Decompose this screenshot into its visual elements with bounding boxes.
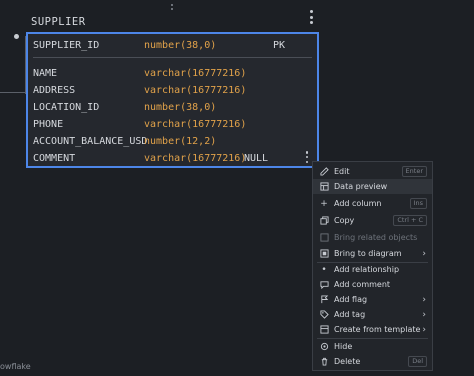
menu-item-label: Add flag <box>334 295 368 304</box>
plus-icon: + <box>320 198 328 209</box>
flag-icon <box>319 295 329 305</box>
column-type: varchar(16777216) <box>144 153 247 164</box>
menu-shortcut: Enter <box>401 166 427 177</box>
menu-item-create-from-template[interactable]: Create from template › <box>313 322 432 337</box>
column-row-primary[interactable]: SUPPLIER_ID number(38,0) PK <box>33 37 313 54</box>
menu-item-bring-to-diagram[interactable]: Bring to diagram › <box>313 246 432 261</box>
menu-shortcut: Del <box>408 356 427 367</box>
relationship-icon: • <box>321 264 327 275</box>
submenu-arrow-icon: › <box>422 294 426 305</box>
submenu-arrow-icon: › <box>422 324 426 335</box>
column-key: PK <box>273 40 286 51</box>
copy-icon <box>319 216 329 226</box>
submenu-arrow-icon: › <box>422 248 426 259</box>
column-type: number(38,0) <box>144 40 217 51</box>
menu-item-label: Delete <box>334 357 361 366</box>
table-row[interactable]: PHONE varchar(16777216) <box>33 116 313 133</box>
table-row[interactable]: LOCATION_ID number(38,0) <box>33 99 313 116</box>
menu-item-add-comment[interactable]: Add comment <box>313 277 432 292</box>
table-options-icon[interactable] <box>306 10 316 24</box>
menu-item-data-preview[interactable]: Data preview <box>313 179 432 194</box>
menu-item-add-column[interactable]: + Add column Ins <box>313 196 432 211</box>
menu-item-label: Edit <box>334 167 350 176</box>
column-name: PHONE <box>33 119 64 130</box>
row-options-icon[interactable] <box>302 151 312 163</box>
column-name: ACCOUNT_BALANCE_USD <box>33 136 148 147</box>
edit-icon <box>319 167 329 177</box>
diagram-canvas[interactable]: SUPPLIER SUPPLIER_ID number(38,0) PK NAM… <box>0 0 474 376</box>
relationship-line-horizontal <box>0 92 26 93</box>
column-type: varchar(16777216) <box>144 85 247 96</box>
menu-item-add-relationship[interactable]: • Add relationship <box>313 262 432 277</box>
column-name: NAME <box>33 68 58 79</box>
menu-item-bring-related-objects: Bring related objects <box>313 230 432 245</box>
context-menu: Edit Enter Data preview + Add column Ins… <box>312 161 433 371</box>
menu-item-label: Add tag <box>334 310 366 319</box>
menu-item-label: Copy <box>334 216 355 225</box>
tag-icon <box>319 310 329 320</box>
menu-item-label: Create from template <box>334 325 421 334</box>
related-objects-icon <box>319 233 329 243</box>
connector-marker <box>171 4 174 14</box>
trash-icon <box>319 357 329 367</box>
relationship-endpoint-icon <box>14 34 19 39</box>
menu-item-label: Bring to diagram <box>334 249 402 258</box>
menu-item-hide[interactable]: Hide <box>313 339 432 354</box>
menu-item-delete[interactable]: Delete Del <box>313 354 432 369</box>
menu-item-label: Hide <box>334 342 353 351</box>
column-nullable: NULL <box>244 153 269 164</box>
submenu-arrow-icon: › <box>422 309 426 320</box>
menu-item-label: Add relationship <box>334 265 400 274</box>
bring-to-diagram-icon <box>319 249 329 259</box>
column-name: ADDRESS <box>33 85 76 96</box>
table-row[interactable]: ACCOUNT_BALANCE_USD number(12,2) <box>33 133 313 150</box>
column-type: number(38,0) <box>144 102 217 113</box>
supplier-table-entity[interactable]: SUPPLIER_ID number(38,0) PK NAME varchar… <box>26 32 319 168</box>
menu-item-edit[interactable]: Edit Enter <box>313 164 432 179</box>
footer-text: owflake <box>0 362 31 371</box>
menu-item-add-flag[interactable]: Add flag › <box>313 292 432 307</box>
primary-key-divider <box>33 57 312 58</box>
menu-item-label: Add column <box>334 199 382 208</box>
column-name: SUPPLIER_ID <box>33 40 100 51</box>
column-name: COMMENT <box>33 153 76 164</box>
menu-item-label: Add comment <box>334 280 391 289</box>
menu-item-copy[interactable]: Copy Ctrl + C <box>313 213 432 228</box>
menu-shortcut: Ctrl + C <box>393 215 427 226</box>
template-icon <box>319 325 329 335</box>
table-row[interactable]: NAME varchar(16777216) <box>33 65 313 82</box>
hide-icon <box>319 342 329 352</box>
menu-item-label: Bring related objects <box>334 233 418 242</box>
menu-item-add-tag[interactable]: Add tag › <box>313 307 432 322</box>
menu-item-label: Data preview <box>334 182 388 191</box>
comment-icon <box>319 280 329 290</box>
column-type: number(12,2) <box>144 136 217 147</box>
data-preview-icon <box>319 182 329 192</box>
menu-shortcut: Ins <box>409 198 427 209</box>
table-row-selected[interactable]: COMMENT varchar(16777216) NULL <box>33 150 313 167</box>
column-type: varchar(16777216) <box>144 119 247 130</box>
table-title: SUPPLIER <box>31 16 86 28</box>
column-type: varchar(16777216) <box>144 68 247 79</box>
table-row[interactable]: ADDRESS varchar(16777216) <box>33 82 313 99</box>
column-name: LOCATION_ID <box>33 102 100 113</box>
